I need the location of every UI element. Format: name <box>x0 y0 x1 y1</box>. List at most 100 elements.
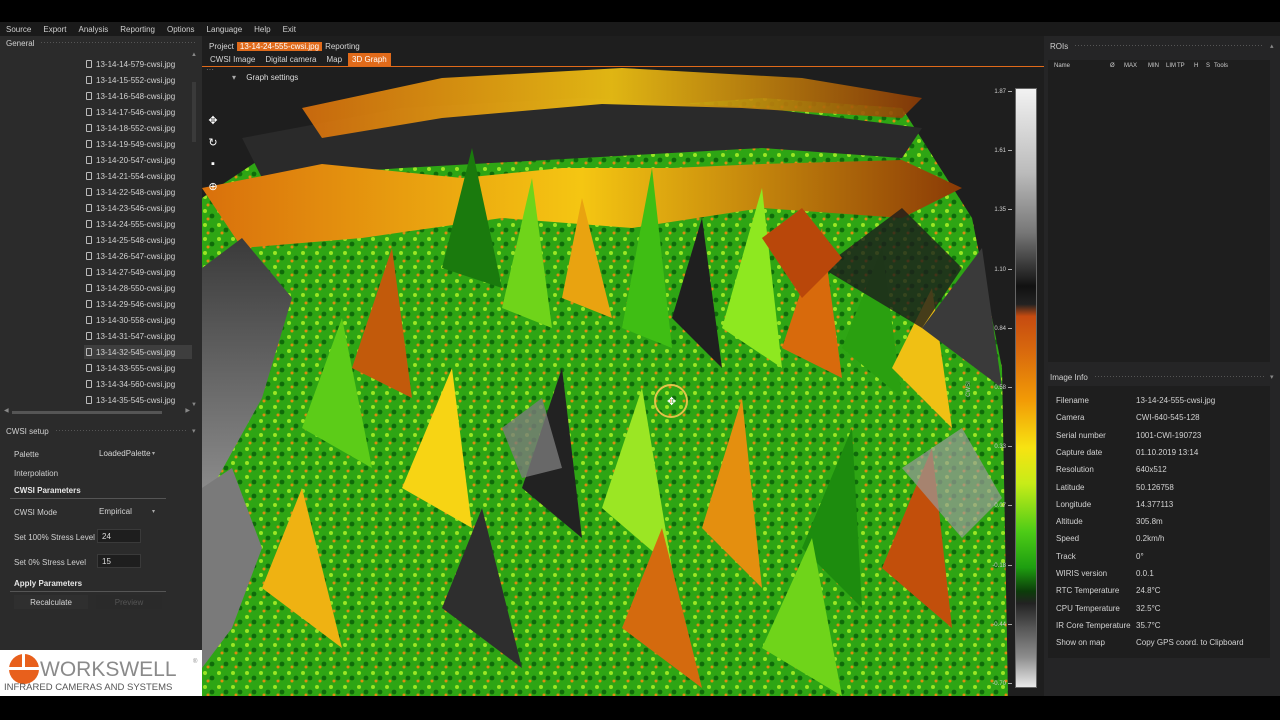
file-list-item[interactable]: 13-14-35-545-cwsi.jpg <box>86 393 175 407</box>
chevron-down-icon[interactable]: ▾ <box>1270 373 1280 381</box>
hscroll-thumb[interactable] <box>12 411 162 414</box>
recalculate-button[interactable]: Recalculate <box>14 595 88 609</box>
right-panel: ROIs ▴ Name Ø MAX MIN LIM TP H S Tools I… <box>1044 36 1280 696</box>
colorbar-tick-label: 0.84 <box>994 326 1012 332</box>
logo-registered-mark: ® <box>193 658 198 665</box>
file-list-item[interactable]: 13-14-31-547-cwsi.jpg <box>86 329 175 343</box>
chevron-down-icon[interactable]: ▴ <box>1270 42 1280 50</box>
file-list-item[interactable]: 13-14-23-546-cwsi.jpg <box>86 201 175 215</box>
tab-3d-graph[interactable]: 3D Graph <box>348 53 391 66</box>
file-list-scrollbar[interactable]: ▲ ▼ <box>190 52 198 408</box>
col-tp[interactable]: TP <box>1177 63 1185 69</box>
file-list-item[interactable]: 13-14-28-550-cwsi.jpg <box>86 281 175 295</box>
file-name: 13-14-31-547-cwsi.jpg <box>96 331 176 341</box>
workswell-logo-icon: WORKSWELL ® INFRARED CAMERAS AND SYSTEMS <box>4 654 198 693</box>
scroll-right-icon[interactable]: ▶ <box>185 407 190 414</box>
panel-grip[interactable] <box>1093 375 1264 379</box>
file-list-item[interactable]: 13-14-15-552-cwsi.jpg <box>86 73 175 87</box>
tab-digital-camera[interactable]: Digital camera <box>261 53 320 66</box>
image-info-key: RTC Temperature <box>1056 586 1120 596</box>
breadcrumb-file[interactable]: 13-14-24-555-cwsi.jpg <box>236 41 323 51</box>
file-list-item[interactable]: 13-14-22-548-cwsi.jpg <box>86 185 175 199</box>
menu-export[interactable]: Export <box>37 25 72 34</box>
scroll-left-icon[interactable]: ◀ <box>4 407 9 414</box>
file-list-item[interactable]: 13-14-19-549-cwsi.jpg <box>86 137 175 151</box>
col-tools[interactable]: Tools <box>1214 63 1228 69</box>
colorbar-tick-label: 1.35 <box>994 207 1012 213</box>
col-min[interactable]: MIN <box>1148 63 1159 69</box>
breadcrumb-reporting[interactable]: Reporting <box>322 42 363 51</box>
file-list-item[interactable]: 13-14-21-554-cwsi.jpg <box>86 169 175 183</box>
menu-source[interactable]: Source <box>0 25 37 34</box>
menu-analysis[interactable]: Analysis <box>72 25 114 34</box>
apply-params-title: Apply Parameters <box>14 579 83 588</box>
file-list-item[interactable]: 13-14-17-546-cwsi.jpg <box>86 105 175 119</box>
file-list-item[interactable]: 13-14-14-579-cwsi.jpg <box>86 57 175 71</box>
colorbar-tick-label: 0.58 <box>994 385 1012 391</box>
scroll-thumb[interactable] <box>192 82 196 142</box>
menu-language[interactable]: Language <box>201 25 249 34</box>
stress100-input[interactable]: 24 <box>97 529 141 543</box>
3d-surface-plot[interactable] <box>202 68 1010 696</box>
col-lim[interactable]: LIM <box>1166 63 1176 69</box>
file-list-item[interactable]: 13-14-18-552-cwsi.jpg <box>86 121 175 135</box>
file-list-item[interactable]: 13-14-16-548-cwsi.jpg <box>86 89 175 103</box>
cwsi-setup-header: CWSI setup ▾ <box>0 424 202 438</box>
breadcrumb-project[interactable]: Project <box>206 42 237 51</box>
file-name: 13-14-26-547-cwsi.jpg <box>96 251 176 261</box>
more-icon[interactable]: ··· <box>206 65 214 74</box>
preview-button[interactable]: Preview <box>96 595 162 609</box>
graph-settings-toggle[interactable]: ··· ▾ Graph settings <box>206 65 298 82</box>
panel-grip[interactable] <box>54 429 186 433</box>
file-list-item[interactable]: 13-14-30-558-cwsi.jpg <box>86 313 175 327</box>
file-list-item[interactable]: 13-14-33-555-cwsi.jpg <box>86 361 175 375</box>
scroll-up-icon[interactable]: ▲ <box>190 52 198 58</box>
menu-reporting[interactable]: Reporting <box>114 25 161 34</box>
colorbar-tick-label: 1.10 <box>994 267 1012 273</box>
file-list-item[interactable]: 13-14-27-549-cwsi.jpg <box>86 265 175 279</box>
rotate-icon[interactable]: ↻ <box>205 134 221 150</box>
file-name: 13-14-34-560-cwsi.jpg <box>96 379 176 389</box>
menu-help[interactable]: Help <box>248 25 276 34</box>
menu-options[interactable]: Options <box>161 25 201 34</box>
image-info-key: Longitude <box>1056 499 1092 509</box>
tab-map[interactable]: Map <box>322 53 346 66</box>
chevron-down-icon: ▾ <box>232 73 237 82</box>
menu-exit[interactable]: Exit <box>277 25 302 34</box>
file-list-hscrollbar[interactable]: ◀ ▶ <box>4 408 190 416</box>
chevron-down-icon[interactable]: ▾ <box>192 427 202 435</box>
tab-cwsi-image[interactable]: CWSI Image <box>206 53 259 66</box>
file-list-item[interactable]: 13-14-34-560-cwsi.jpg <box>86 377 175 391</box>
col-avg[interactable]: Ø <box>1110 63 1115 69</box>
colorbar-tick-label: 0.33 <box>994 444 1012 450</box>
panel-grip[interactable] <box>1074 44 1264 48</box>
file-list-item[interactable]: 13-14-29-546-cwsi.jpg <box>86 297 175 311</box>
file-list-item[interactable]: 13-14-26-547-cwsi.jpg <box>86 249 175 263</box>
panel-grip[interactable] <box>40 41 196 45</box>
image-info-value: 24.8°C <box>1136 586 1161 596</box>
move-icon[interactable]: ✥ <box>205 112 221 128</box>
file-icon <box>86 156 92 164</box>
save-icon[interactable]: ▪ <box>205 156 221 172</box>
file-list-item[interactable]: 13-14-20-547-cwsi.jpg <box>86 153 175 167</box>
3d-graph-canvas[interactable]: ✥ ↻ ▪ ⊕ ✥ <box>202 68 1010 696</box>
col-h[interactable]: H <box>1194 63 1198 69</box>
image-info-value: 32.5°C <box>1136 603 1161 613</box>
cwsi-mode-select[interactable]: Empirical ▾ <box>94 504 160 518</box>
file-icon <box>86 172 92 180</box>
stress0-input[interactable]: 15 <box>97 554 141 568</box>
scroll-down-icon[interactable]: ▼ <box>190 402 198 408</box>
target-icon[interactable]: ⊕ <box>205 178 221 194</box>
col-name[interactable]: Name <box>1054 63 1070 69</box>
workswell-logo: WORKSWELL ® INFRARED CAMERAS AND SYSTEMS <box>0 650 204 696</box>
col-max[interactable]: MAX <box>1124 63 1137 69</box>
file-list-item[interactable]: 13-14-32-545-cwsi.jpg <box>84 345 192 359</box>
logo-tagline: INFRARED CAMERAS AND SYSTEMS <box>4 682 172 693</box>
image-info-value[interactable]: Copy GPS coord. to Clipboard <box>1136 638 1244 647</box>
file-icon <box>86 204 92 212</box>
file-list-item[interactable]: 13-14-25-548-cwsi.jpg <box>86 233 175 247</box>
file-list-item[interactable]: 13-14-24-555-cwsi.jpg <box>86 217 175 231</box>
col-s[interactable]: S <box>1206 63 1210 69</box>
image-info-value: 01.10.2019 13:14 <box>1136 447 1199 457</box>
palette-select[interactable]: LoadedPalette ▾ <box>94 446 160 460</box>
